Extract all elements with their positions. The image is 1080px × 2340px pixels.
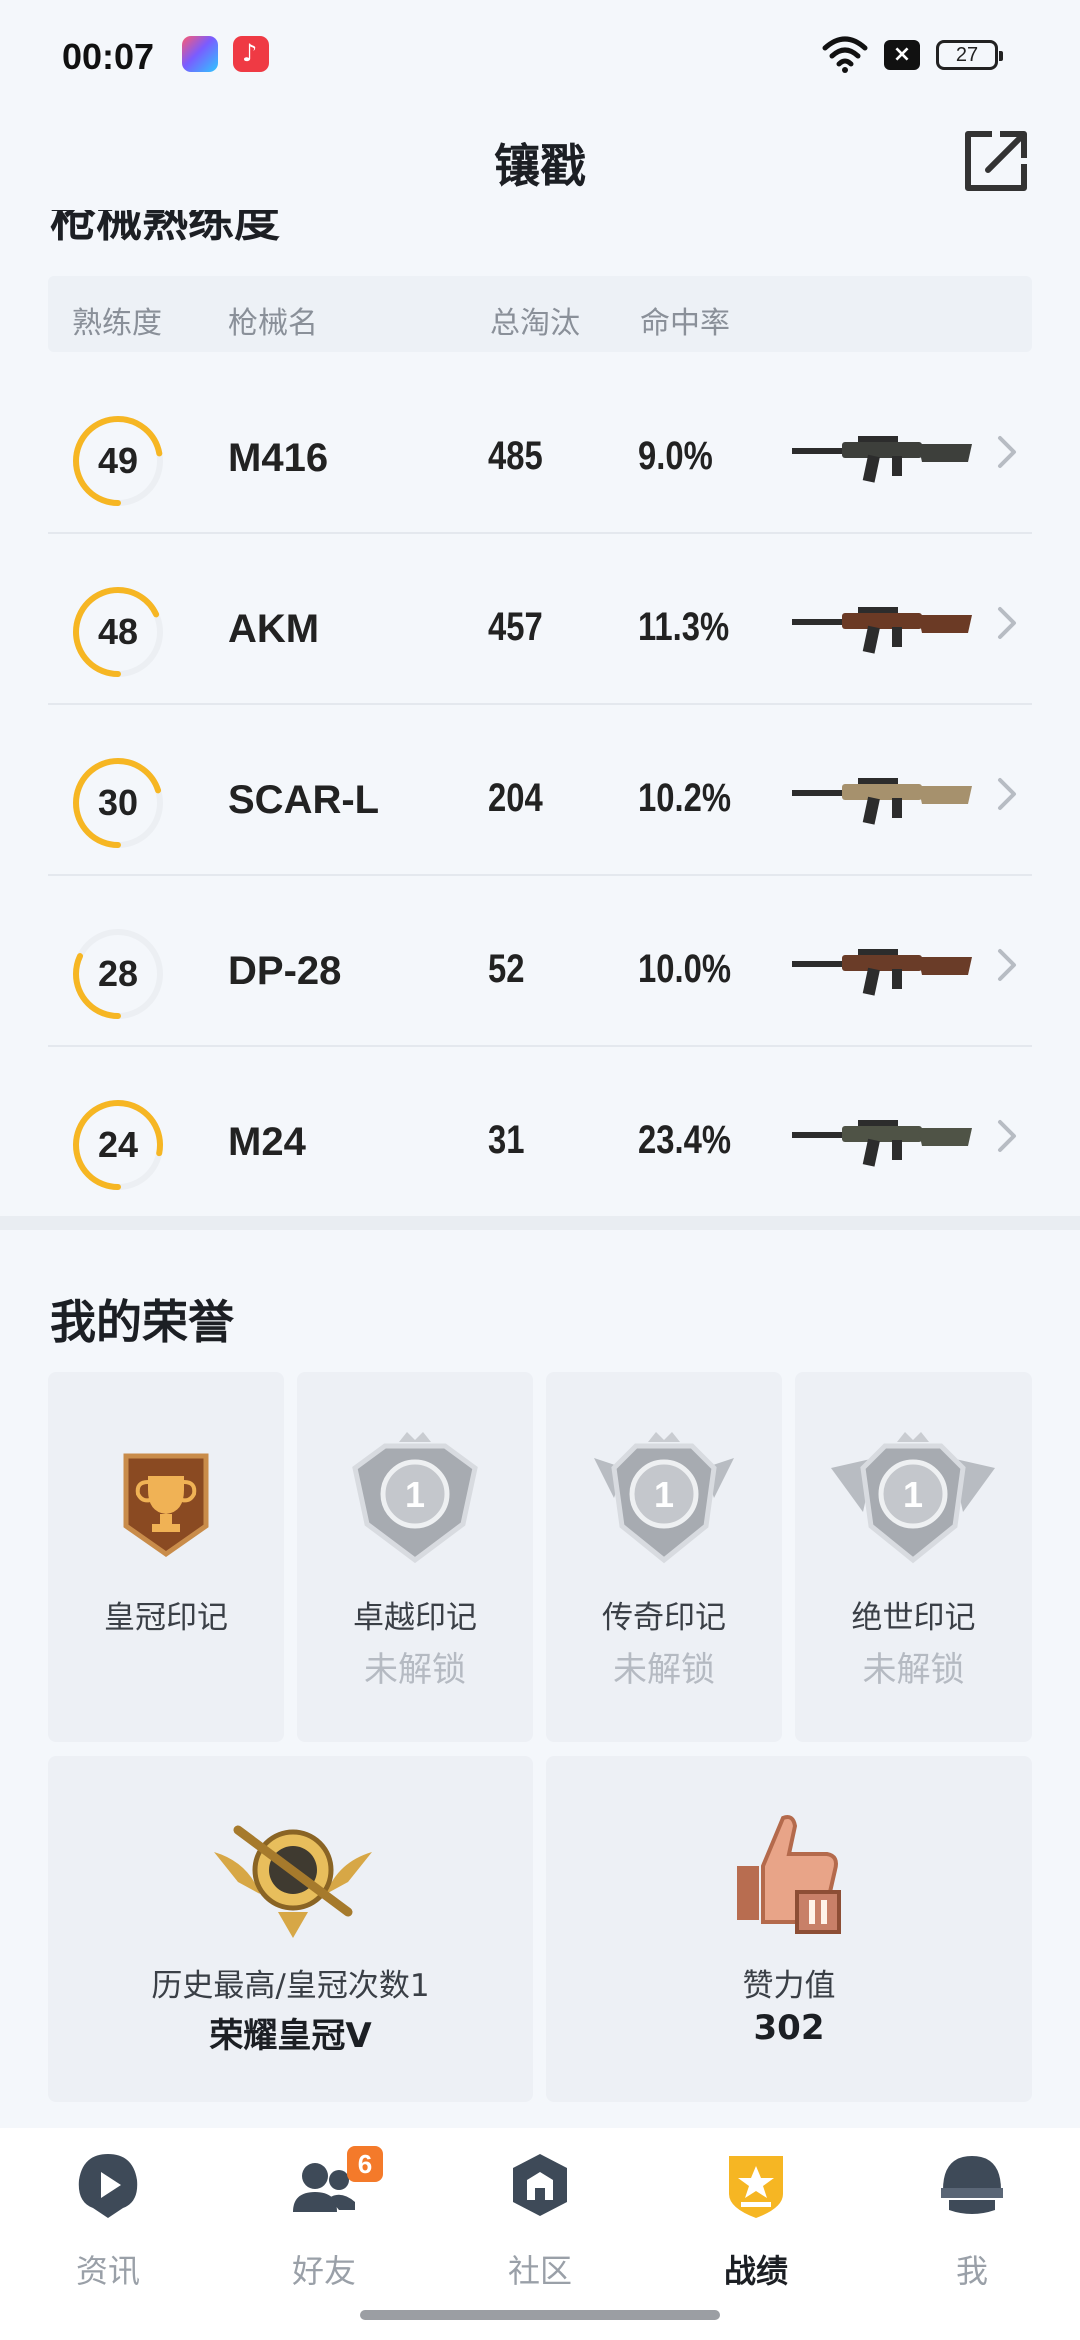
share-external-icon[interactable]	[962, 126, 1032, 196]
friends-notification-badge: 6	[347, 2146, 383, 2182]
proficiency-value: 28	[97, 953, 139, 994]
honor-card-excellence[interactable]: 1 卓越印记 未解锁	[297, 1372, 533, 1742]
honor-card-peerless[interactable]: 1 绝世印记 未解锁	[795, 1372, 1032, 1742]
weapon-kills: 31	[488, 1118, 525, 1162]
battery-icon: 27	[936, 40, 1003, 70]
rank-card[interactable]: 历史最高/皇冠次数1 荣耀皇冠V	[48, 1756, 533, 2102]
proficiency-value: 48	[97, 611, 139, 652]
home-indicator	[360, 2310, 720, 2320]
crown-trophy-badge-icon	[123, 1453, 209, 1558]
honor-label-peerless: 绝世印记	[851, 1600, 976, 1636]
stats-shield-icon	[729, 2156, 783, 2218]
weapon-image	[792, 1120, 972, 1167]
chevron-right-icon[interactable]	[992, 945, 1022, 985]
chevron-right-icon[interactable]	[992, 774, 1022, 814]
honor-card-legend[interactable]: 1 传奇印记 未解锁	[546, 1372, 782, 1742]
svg-text:1: 1	[405, 1474, 425, 1515]
weapon-kills: 52	[488, 947, 525, 991]
nav-label-news: 资讯	[75, 2252, 140, 2290]
weapon-accuracy: 11.3%	[638, 605, 730, 649]
weapon-row[interactable]: 48 AKM 457 11.3%	[48, 535, 1032, 705]
top-header: 镶戳	[0, 110, 1080, 220]
chevron-right-icon[interactable]	[992, 432, 1022, 472]
weapon-accuracy: 9.0%	[638, 434, 713, 478]
nav-label-stats: 战绩	[723, 2252, 788, 2290]
weapon-row[interactable]: 49 M416 485 9.0%	[48, 364, 1032, 534]
proficiency-value: 30	[97, 782, 139, 823]
weapon-image	[792, 778, 972, 825]
peerless-badge-icon: 1	[831, 1432, 995, 1564]
section-title-weapon-proficiency: 枪械熟练度	[50, 210, 280, 244]
weapon-image	[792, 949, 972, 996]
honor-card-crown[interactable]: 皇冠印记	[48, 1372, 284, 1742]
svg-text:1: 1	[654, 1474, 674, 1515]
weapon-accuracy: 10.2%	[638, 776, 732, 820]
helmet-profile-icon	[941, 2156, 1003, 2214]
honor-status-legend: 未解锁	[613, 1650, 715, 1690]
weapon-row[interactable]: 28 DP-28 52 10.0%	[48, 877, 1032, 1047]
honor-label-excellence: 卓越印记	[353, 1600, 477, 1636]
nav-tab-friends[interactable]: 6 好友	[216, 2146, 432, 2290]
proficiency-value: 24	[97, 1124, 139, 1165]
nav-label-me: 我	[955, 2252, 988, 2290]
honors-title: 我的荣誉	[50, 1295, 234, 1349]
nav-tab-me[interactable]: 我	[864, 2150, 1080, 2290]
legend-badge-icon: 1	[594, 1432, 734, 1564]
weapon-name: AKM	[228, 607, 320, 651]
nav-tab-stats[interactable]: 战绩	[648, 2150, 864, 2290]
weapon-name: M416	[228, 436, 329, 480]
rank-value: 荣耀皇冠V	[209, 2016, 372, 2056]
weapon-name: SCAR-L	[228, 778, 380, 822]
nav-tab-community[interactable]: 社区	[432, 2150, 648, 2290]
likes-value: 302	[753, 2008, 825, 2048]
column-accuracy: 命中率	[640, 306, 730, 341]
nav-tab-news[interactable]: 资讯	[0, 2150, 216, 2290]
crown-rank-emblem-icon	[214, 1825, 372, 1938]
bottom-navigation: 资讯 6 好友 社区 战绩 我	[0, 2128, 1080, 2340]
thumbs-up-trophy-icon	[737, 1815, 841, 1934]
page-title: 镶戳	[494, 139, 586, 193]
weapon-name: M24	[228, 1120, 306, 1164]
wifi-icon	[822, 36, 868, 73]
column-weapon-name: 枪械名	[228, 306, 318, 341]
section-divider	[0, 1216, 1080, 1230]
chevron-right-icon[interactable]	[992, 603, 1022, 643]
weapon-table-header: 熟练度 枪械名 总淘汰 命中率	[48, 276, 1032, 352]
svg-text:1: 1	[903, 1474, 923, 1515]
weapon-kills: 485	[488, 434, 543, 478]
column-proficiency: 熟练度	[72, 306, 162, 341]
rank-label: 历史最高/皇冠次数1	[151, 1968, 430, 2004]
honor-label-legend: 传奇印记	[602, 1600, 726, 1636]
music-app-icon	[233, 36, 269, 72]
chevron-right-icon[interactable]	[992, 1116, 1022, 1156]
weapon-kills: 204	[488, 776, 543, 820]
column-kills: 总淘汰	[490, 306, 580, 341]
weapon-row[interactable]: 30 SCAR-L 204 10.2%	[48, 706, 1032, 876]
news-play-icon	[78, 2154, 138, 2218]
weapon-image	[792, 607, 972, 654]
photos-app-icon	[182, 36, 218, 72]
weapon-row[interactable]: 24 M24 31 23.4%	[48, 1048, 1032, 1218]
proficiency-value: 49	[97, 440, 139, 481]
community-icon	[513, 2154, 567, 2216]
honor-status-excellence: 未解锁	[364, 1650, 466, 1690]
likes-card[interactable]: 赞力值 302	[546, 1756, 1032, 2102]
weapon-accuracy: 10.0%	[638, 947, 732, 991]
status-time: 00:07	[62, 36, 155, 77]
weapon-name: DP-28	[228, 949, 342, 993]
weapon-kills: 457	[488, 605, 543, 649]
weapon-accuracy: 23.4%	[638, 1118, 732, 1162]
nav-label-community: 社区	[507, 2252, 572, 2290]
nav-label-friends: 好友	[291, 2252, 356, 2290]
excellence-badge-icon: 1	[352, 1432, 478, 1564]
honor-label-crown: 皇冠印记	[104, 1600, 228, 1636]
honor-status-peerless: 未解锁	[862, 1650, 965, 1690]
status-bar: 00:07 × 27	[0, 0, 1080, 110]
weapon-image	[792, 436, 972, 483]
no-sim-icon: ×	[884, 40, 920, 70]
likes-label: 赞力值	[742, 1968, 836, 2004]
